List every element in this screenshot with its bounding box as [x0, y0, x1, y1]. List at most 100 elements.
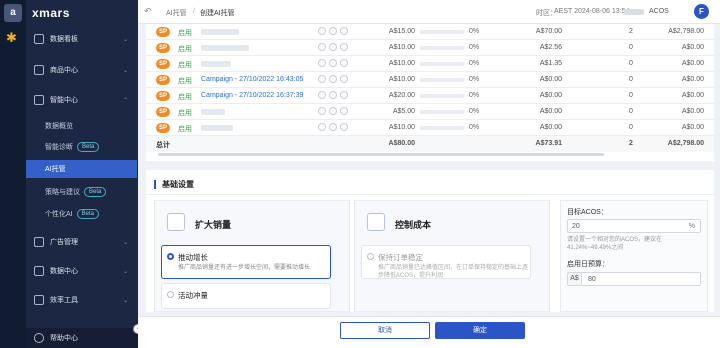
copy-icon[interactable]: [329, 75, 337, 83]
ad-type-badge: SP: [156, 123, 170, 133]
budget-value: A$10.00: [388, 124, 415, 131]
ad-type-badge: SP: [156, 43, 170, 53]
sales-value: A$0.00: [681, 76, 704, 83]
sidebar-item-label: 数据概览: [45, 123, 73, 130]
chevron-down-icon: ⌄: [122, 36, 128, 43]
table-row[interactable]: SP 启用 Campaign - 27/10/2022 16:43:05 A$10.0…: [146, 72, 714, 88]
smart-icon: [34, 95, 44, 105]
spend-value: A$0.00: [539, 108, 562, 115]
lock-icon[interactable]: [340, 75, 348, 83]
option-desc: 推广商品销量还有进一步增长空间，需要推动增长: [178, 265, 311, 271]
panel-title: 扩大销量: [195, 220, 232, 230]
marketplace-selector[interactable]: [624, 9, 644, 15]
sidebar-item-strategy[interactable]: 策略与建议 Beta: [26, 183, 138, 201]
sales-value: A$0.00: [681, 44, 704, 51]
chevron-down-icon: ⌄: [122, 268, 128, 275]
radio-selected[interactable]: [167, 253, 174, 260]
sidebar-item-diagnosis[interactable]: 智能诊断 Beta: [26, 138, 138, 156]
section-title: 基础设置: [154, 180, 194, 189]
row-actions: [318, 43, 351, 53]
copy-icon[interactable]: [329, 107, 337, 115]
campaign-name-redacted[interactable]: [201, 61, 231, 67]
metric-select[interactable]: ACOS: [649, 8, 669, 15]
option-label: 保持订单稳定: [378, 253, 423, 262]
daily-budget-input[interactable]: A$ 80: [567, 272, 701, 286]
edit-icon[interactable]: [318, 123, 326, 131]
spend-value: A$1.35: [539, 60, 562, 67]
sidebar-item-overview[interactable]: 数据概览: [26, 117, 138, 135]
target-acos-input[interactable]: 20 %: [567, 219, 701, 233]
table-row[interactable]: SP 启用 Campaign - 27/10/2022 16:37:39 A$20.0…: [146, 88, 714, 104]
lock-icon[interactable]: [340, 59, 348, 67]
chevron-down-icon: ⌄: [122, 67, 128, 74]
lock-icon[interactable]: [340, 107, 348, 115]
status-label: 启用: [178, 110, 192, 117]
confirm-button[interactable]: 确定: [435, 322, 525, 339]
sidebar-item-dashboard[interactable]: 数据看板 ⌄: [26, 32, 138, 46]
edit-icon[interactable]: [318, 75, 326, 83]
spend-value: A$70.00: [535, 28, 562, 35]
currency-prefix: A$: [568, 273, 582, 285]
table-row[interactable]: SP 启用 A$15.00 0% A$70.00 2 A$2,798.00: [146, 24, 714, 40]
campaign-name-redacted[interactable]: [201, 109, 225, 115]
radio[interactable]: [367, 253, 374, 260]
budget-percent: 0%: [469, 92, 480, 99]
lock-icon[interactable]: [340, 27, 348, 35]
campaign-name[interactable]: Campaign - 27/10/2022 16:43:05: [201, 76, 303, 83]
sidebar-item-ads[interactable]: 广告管理 ⌄: [26, 235, 138, 249]
edit-icon[interactable]: [318, 91, 326, 99]
table-row[interactable]: SP 启用 A$5.00 0% A$0.00 0 A$0.00: [146, 104, 714, 120]
radio[interactable]: [167, 291, 174, 298]
sidebar-item-smart-center[interactable]: 智能中心 ⌃: [26, 93, 138, 107]
campaign-name-redacted[interactable]: [201, 125, 233, 131]
panel-grow-sales: 扩大销量 推动增长 推广商品销量还有进一步增长空间，需要推动增长 活动冲量: [154, 200, 350, 312]
table-row[interactable]: SP 启用 A$10.00 0% A$0.00 0 A$0.00: [146, 120, 714, 136]
edit-icon[interactable]: [318, 27, 326, 35]
status-label: 启用: [178, 30, 192, 37]
back-icon[interactable]: ↶: [144, 6, 152, 17]
sidebar-item-ai-managed[interactable]: AI托管: [26, 160, 137, 178]
table-row[interactable]: SP 启用 A$10.00 0% A$2.56 0 A$0.00: [146, 40, 714, 56]
sidebar-item-tools[interactable]: 效率工具 ⌄: [26, 293, 138, 307]
sidebar-item-data-center[interactable]: 数据中心 ⌄: [26, 264, 138, 278]
option-keep-orders-stable[interactable]: 保持订单稳定 推广商品销量已达峰值区间，在订单保持稳定的基础上逐步降低ACOS，…: [361, 245, 531, 279]
spend-value: A$0.00: [539, 124, 562, 131]
budget-value: A$10.00: [388, 76, 415, 83]
copy-icon[interactable]: [329, 27, 337, 35]
budget-percent: 0%: [469, 60, 480, 67]
help-center[interactable]: 帮助中心: [26, 328, 138, 348]
table-row[interactable]: SP 启用 A$10.00 0% A$1.35 0 A$0.00: [146, 56, 714, 72]
sidebar-item-label: 智能中心: [50, 97, 78, 104]
walmart-star-icon[interactable]: ✱: [6, 30, 17, 46]
lock-icon[interactable]: [340, 91, 348, 99]
campaign-name[interactable]: Campaign - 27/10/2022 16:37:39: [201, 92, 303, 99]
copy-icon[interactable]: [329, 123, 337, 131]
row-actions: [318, 75, 351, 85]
edit-icon[interactable]: [318, 107, 326, 115]
copy-icon[interactable]: [329, 43, 337, 51]
budget-value: A$20.00: [388, 92, 415, 99]
amazon-app-icon[interactable]: a: [4, 4, 22, 22]
horizontal-scrollbar[interactable]: [158, 153, 604, 156]
copy-icon[interactable]: [329, 59, 337, 67]
copy-icon[interactable]: [329, 91, 337, 99]
edit-icon[interactable]: [318, 43, 326, 51]
option-push-growth[interactable]: 推动增长 推广商品销量还有进一步增长空间，需要推动增长: [161, 245, 331, 279]
lock-icon[interactable]: [340, 123, 348, 131]
cancel-button[interactable]: 取消: [340, 322, 430, 339]
breadcrumb-parent[interactable]: AI托管: [166, 8, 187, 18]
avatar[interactable]: F: [694, 4, 709, 19]
budget-progress-bar: [420, 110, 464, 114]
option-campaign-boost[interactable]: 活动冲量: [161, 283, 331, 309]
sidebar-item-personal-ai[interactable]: 个性化AI Beta: [26, 205, 138, 223]
campaign-name-redacted[interactable]: [201, 29, 239, 35]
panel-title: 控制成本: [395, 220, 432, 230]
sidebar-item-products[interactable]: 商品中心 ⌄: [26, 63, 138, 77]
lock-icon[interactable]: [340, 43, 348, 51]
budget-value: A$15.00: [388, 28, 415, 35]
dashboard-icon: [34, 34, 44, 44]
orders-value: 0: [629, 108, 633, 115]
edit-icon[interactable]: [318, 59, 326, 67]
total-sales: A$2,798.00: [667, 140, 704, 147]
campaign-name-redacted[interactable]: [201, 45, 249, 51]
